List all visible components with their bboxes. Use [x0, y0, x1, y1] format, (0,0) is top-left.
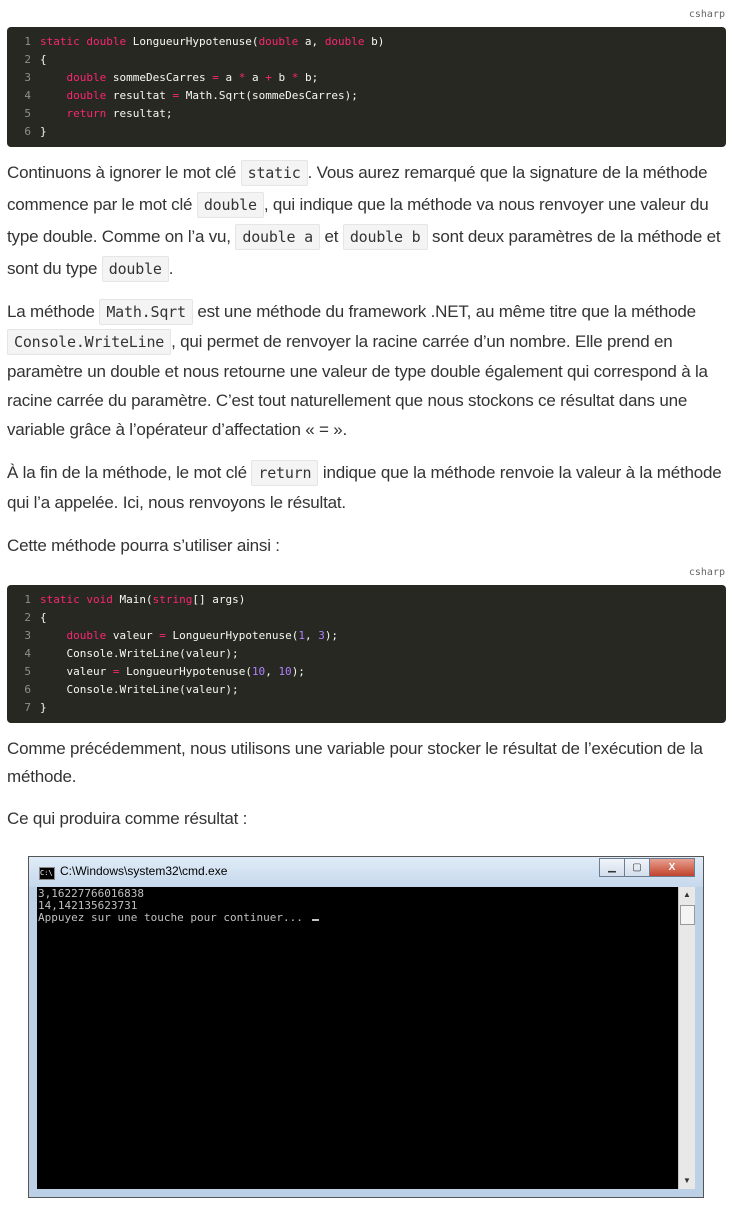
- paragraph: Continuons à ignorer le mot clé static. …: [0, 157, 733, 285]
- inline-code: return: [251, 460, 319, 486]
- text: La méthode: [7, 302, 100, 321]
- line-number: 7: [24, 701, 31, 714]
- line-number: 1: [24, 593, 31, 606]
- text: .: [168, 259, 174, 278]
- paragraph: Cette méthode pourra s’utiliser ainsi :: [7, 536, 280, 555]
- line-number: 1: [24, 35, 31, 48]
- code-line: 6 Console.WriteLine(valeur);: [7, 681, 726, 699]
- code-line: 1 static double LongueurHypotenuse(double…: [7, 33, 726, 51]
- inline-code: double: [196, 192, 264, 218]
- code-block: 1 static double LongueurHypotenuse(double…: [7, 27, 726, 147]
- inline-code: double b: [342, 224, 428, 250]
- line-number: 6: [24, 683, 31, 696]
- code-line: 5 return resultat;: [7, 105, 726, 123]
- maximize-icon: ▢: [624, 858, 650, 877]
- code-text: }: [40, 701, 47, 714]
- code-language-label: csharp: [688, 9, 725, 20]
- paragraph: La méthode Math.Sqrt est une méthode du …: [0, 297, 733, 444]
- article-content: csharp 1 static double LongueurHypotenuse…: [0, 0, 733, 833]
- code-text: {: [40, 611, 47, 624]
- code-text: double resultat = Math.Sqrt(sommeDesCarr…: [66, 89, 358, 102]
- text: et: [320, 227, 343, 246]
- line-number: 3: [24, 629, 31, 642]
- code-text: double valeur = LongueurHypotenuse(1, 3)…: [66, 629, 339, 642]
- inline-code: Console.WriteLine: [7, 329, 172, 355]
- line-number: 2: [24, 611, 31, 624]
- line-number: 5: [24, 107, 31, 120]
- minimize-icon: ▁: [599, 858, 625, 877]
- scroll-down-icon: ▼: [683, 1176, 691, 1185]
- cmd-icon: C:\: [39, 867, 55, 880]
- code-text: {: [40, 53, 47, 66]
- code-line: 7}: [7, 699, 726, 717]
- code-text: static void Main(string[] args): [40, 593, 246, 606]
- code-line: 2{: [7, 51, 726, 69]
- line-number: 4: [24, 647, 31, 660]
- console-line: Appuyez sur une touche pour continuer...: [38, 912, 680, 924]
- code-line: 1 static void Main(string[] args): [7, 591, 726, 609]
- text: À la fin de la méthode, le mot clé: [7, 463, 252, 482]
- code-text: return resultat;: [66, 107, 173, 120]
- console-prompt-text: Appuyez sur une touche pour continuer...: [38, 911, 310, 924]
- line-number: 5: [24, 665, 31, 678]
- inline-code: Math.Sqrt: [99, 299, 193, 325]
- paragraph: À la fin de la méthode, le mot clé retur…: [0, 458, 733, 518]
- code-text: Console.WriteLine(valeur);: [40, 647, 239, 660]
- code-line: 5 valeur = LongueurHypotenuse(10, 10);: [7, 663, 726, 681]
- code-line: 3 double sommeDesCarres = a * a + b * b;: [7, 69, 726, 87]
- code-text: valeur = LongueurHypotenuse(10, 10);: [40, 665, 305, 678]
- window-controls: ▁ ▢ X: [599, 858, 695, 877]
- code-text: Console.WriteLine(valeur);: [40, 683, 239, 696]
- code-line: 6}: [7, 123, 726, 141]
- code-block: 1 static void Main(string[] args) 2{3 doub…: [7, 585, 726, 723]
- text: Continuons à ignorer le mot clé: [7, 163, 241, 182]
- text: est une méthode du framework .NET, au mê…: [192, 302, 696, 321]
- scrollbar: ▲ ▼: [678, 887, 695, 1189]
- line-number: 4: [24, 89, 31, 102]
- cursor-icon: [311, 919, 319, 921]
- code-text: }: [40, 125, 47, 138]
- inline-code: double a: [235, 224, 321, 250]
- cmd-window-screenshot: C:\ C:\Windows\system32\cmd.exe ▁ ▢ X 3,…: [28, 856, 704, 1198]
- paragraph: Ce qui produira comme résultat :: [7, 809, 248, 828]
- scroll-up-icon: ▲: [683, 890, 691, 899]
- code-language-label: csharp: [688, 567, 725, 578]
- window-title: C:\Windows\system32\cmd.exe: [60, 864, 228, 878]
- line-number: 3: [24, 71, 31, 84]
- code-text: static double LongueurHypotenuse(double …: [40, 35, 385, 48]
- line-number: 6: [24, 125, 31, 138]
- close-icon: X: [649, 858, 695, 877]
- code-line: 4 double resultat = Math.Sqrt(sommeDesCa…: [7, 87, 726, 105]
- inline-code: static: [240, 160, 308, 186]
- scroll-thumb: [680, 905, 695, 925]
- window-titlebar: C:\ C:\Windows\system32\cmd.exe ▁ ▢ X: [29, 857, 703, 887]
- code-line: 3 double valeur = LongueurHypotenuse(1, …: [7, 627, 726, 645]
- code-line: 2{: [7, 609, 726, 627]
- paragraph: Comme précédemment, nous utilisons une v…: [7, 739, 703, 786]
- code-line: 4 Console.WriteLine(valeur);: [7, 645, 726, 663]
- line-number: 2: [24, 53, 31, 66]
- code-text: double sommeDesCarres = a * a + b * b;: [66, 71, 319, 84]
- console-output: 3,16227766016838 14,142135623731 Appuyez…: [37, 887, 680, 1189]
- inline-code: double: [101, 256, 169, 282]
